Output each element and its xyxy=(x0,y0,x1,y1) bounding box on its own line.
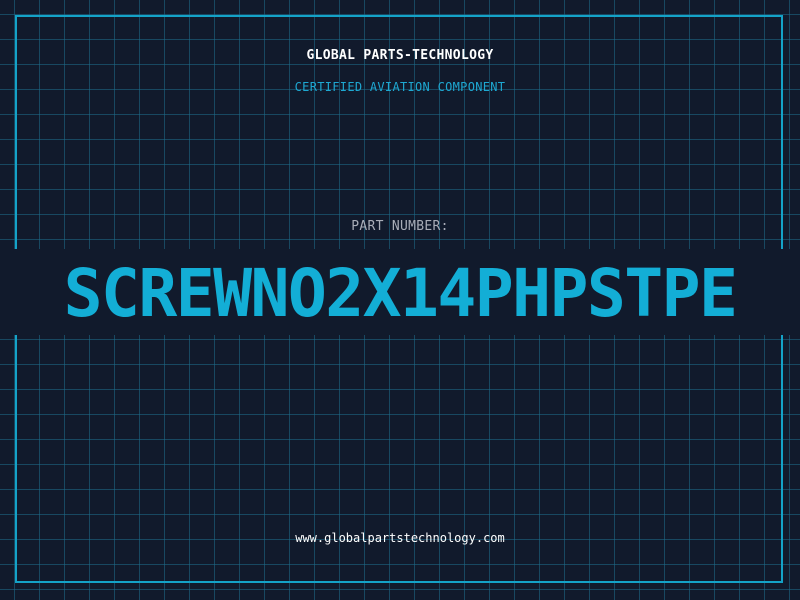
certification-subtitle: CERTIFIED AVIATION COMPONENT xyxy=(294,80,506,94)
part-number-label: PART NUMBER: xyxy=(351,219,449,234)
company-name: GLOBAL PARTS-TECHNOLOGY xyxy=(306,48,494,63)
website-url: www.globalpartstechnology.com xyxy=(295,531,505,545)
part-number-value: SCREWNO2X14PHPSTPE xyxy=(63,255,738,332)
